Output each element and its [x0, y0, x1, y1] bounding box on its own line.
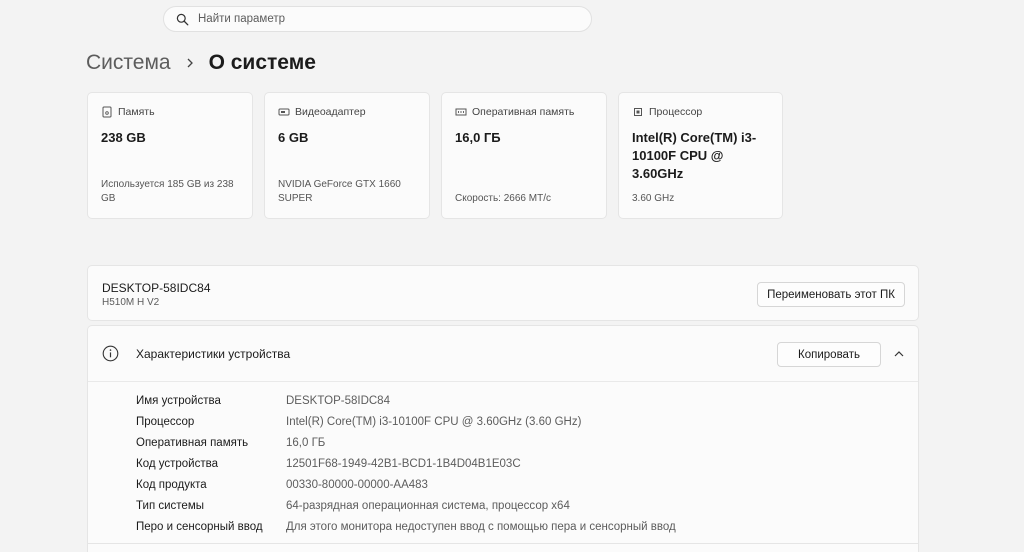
spec-label: Перо и сенсорный ввод	[136, 520, 263, 533]
spec-row-ram: Оперативная память 16,0 ГБ	[136, 432, 676, 453]
device-specs-panel: Характеристики устройства Копировать Имя…	[87, 325, 919, 552]
storage-icon	[102, 106, 112, 118]
spec-label: Оперативная память	[136, 436, 249, 449]
device-name: DESKTOP-58IDC84	[102, 281, 211, 295]
spec-value: 64-разрядная операционная система, проце…	[286, 499, 570, 512]
breadcrumb: Система О системе	[86, 48, 316, 78]
gpu-card[interactable]: Видеоадаптер 6 GB NVIDIA GeForce GTX 166…	[264, 92, 430, 219]
page-title: О системе	[208, 51, 316, 74]
spec-label: Имя устройства	[136, 394, 221, 407]
card-subtitle: NVIDIA GeForce GTX 1660 SUPER	[278, 179, 401, 204]
card-value: 6 GB	[278, 130, 309, 145]
spec-row-system-type: Тип системы 64-разрядная операционная си…	[136, 495, 676, 516]
spec-value: 16,0 ГБ	[286, 436, 326, 449]
spec-label: Код продукта	[136, 478, 207, 491]
divider	[87, 543, 919, 544]
spec-value: 12501F68-1949-42B1-BCD1-1B4D04B1E03C	[286, 457, 521, 470]
device-specs-title: Характеристики устройства	[136, 347, 291, 361]
storage-card[interactable]: Память 238 GB Используется 185 GB из 238…	[87, 92, 253, 219]
chevron-up-icon[interactable]	[893, 348, 905, 360]
spec-value: 00330-80000-00000-AA483	[286, 478, 428, 491]
spec-row-processor: Процессор Intel(R) Core(TM) i3-10100F CP…	[136, 411, 676, 432]
search-icon	[176, 13, 189, 25]
search-input[interactable]	[198, 13, 568, 25]
card-value: Intel(R) Core(TM) i3-10100F CPU @ 3.60GH…	[632, 130, 757, 181]
info-icon	[102, 345, 119, 362]
device-specs-header[interactable]: Характеристики устройства Копировать	[88, 326, 918, 382]
ram-card[interactable]: Оперативная память 16,0 ГБ Скорость: 266…	[441, 92, 607, 219]
spec-value: Intel(R) Core(TM) i3-10100F CPU @ 3.60GH…	[286, 415, 582, 428]
gpu-icon	[278, 108, 290, 116]
spec-value: Для этого монитора недоступен ввод с пом…	[286, 520, 676, 533]
cpu-icon	[634, 108, 642, 116]
copy-button[interactable]: Копировать	[777, 342, 881, 367]
spec-row-product-id: Код продукта 00330-80000-00000-AA483	[136, 474, 676, 495]
card-subtitle: Скорость: 2666 МТ/с	[455, 193, 551, 204]
spec-row-pen-touch: Перо и сенсорный ввод Для этого монитора…	[136, 516, 676, 537]
rename-pc-button[interactable]: Переименовать этот ПК	[757, 282, 905, 307]
spec-label: Тип системы	[136, 499, 204, 512]
card-title: Процессор	[649, 106, 703, 118]
card-title: Оперативная память	[472, 106, 575, 118]
spec-row-device-name: Имя устройства DESKTOP-58IDC84	[136, 390, 676, 411]
device-name-panel: DESKTOP-58IDC84 H510M H V2 Переименовать…	[87, 265, 919, 321]
spec-row-device-id: Код устройства 12501F68-1949-42B1-BCD1-1…	[136, 453, 676, 474]
card-subtitle: Используется 185 GB из 238 GB	[101, 179, 234, 204]
chevron-right-icon	[187, 58, 193, 68]
card-value: 238 GB	[101, 130, 146, 145]
card-title: Память	[118, 106, 155, 118]
spec-label: Процессор	[136, 415, 195, 428]
card-subtitle: 3.60 GHz	[632, 193, 675, 204]
spec-label: Код устройства	[136, 457, 218, 470]
card-value: 16,0 ГБ	[455, 130, 501, 145]
breadcrumb-parent-link[interactable]: Система	[86, 51, 171, 75]
spec-value: DESKTOP-58IDC84	[286, 394, 390, 407]
card-title: Видеоадаптер	[295, 106, 366, 118]
cpu-card[interactable]: Процессор Intel(R) Core(TM) i3-10100F CP…	[618, 92, 783, 219]
ram-icon	[455, 108, 467, 116]
device-model: H510M H V2	[102, 297, 160, 308]
spec-list: Имя устройства DESKTOP-58IDC84 Процессор…	[136, 390, 676, 537]
search-box[interactable]	[163, 6, 592, 32]
